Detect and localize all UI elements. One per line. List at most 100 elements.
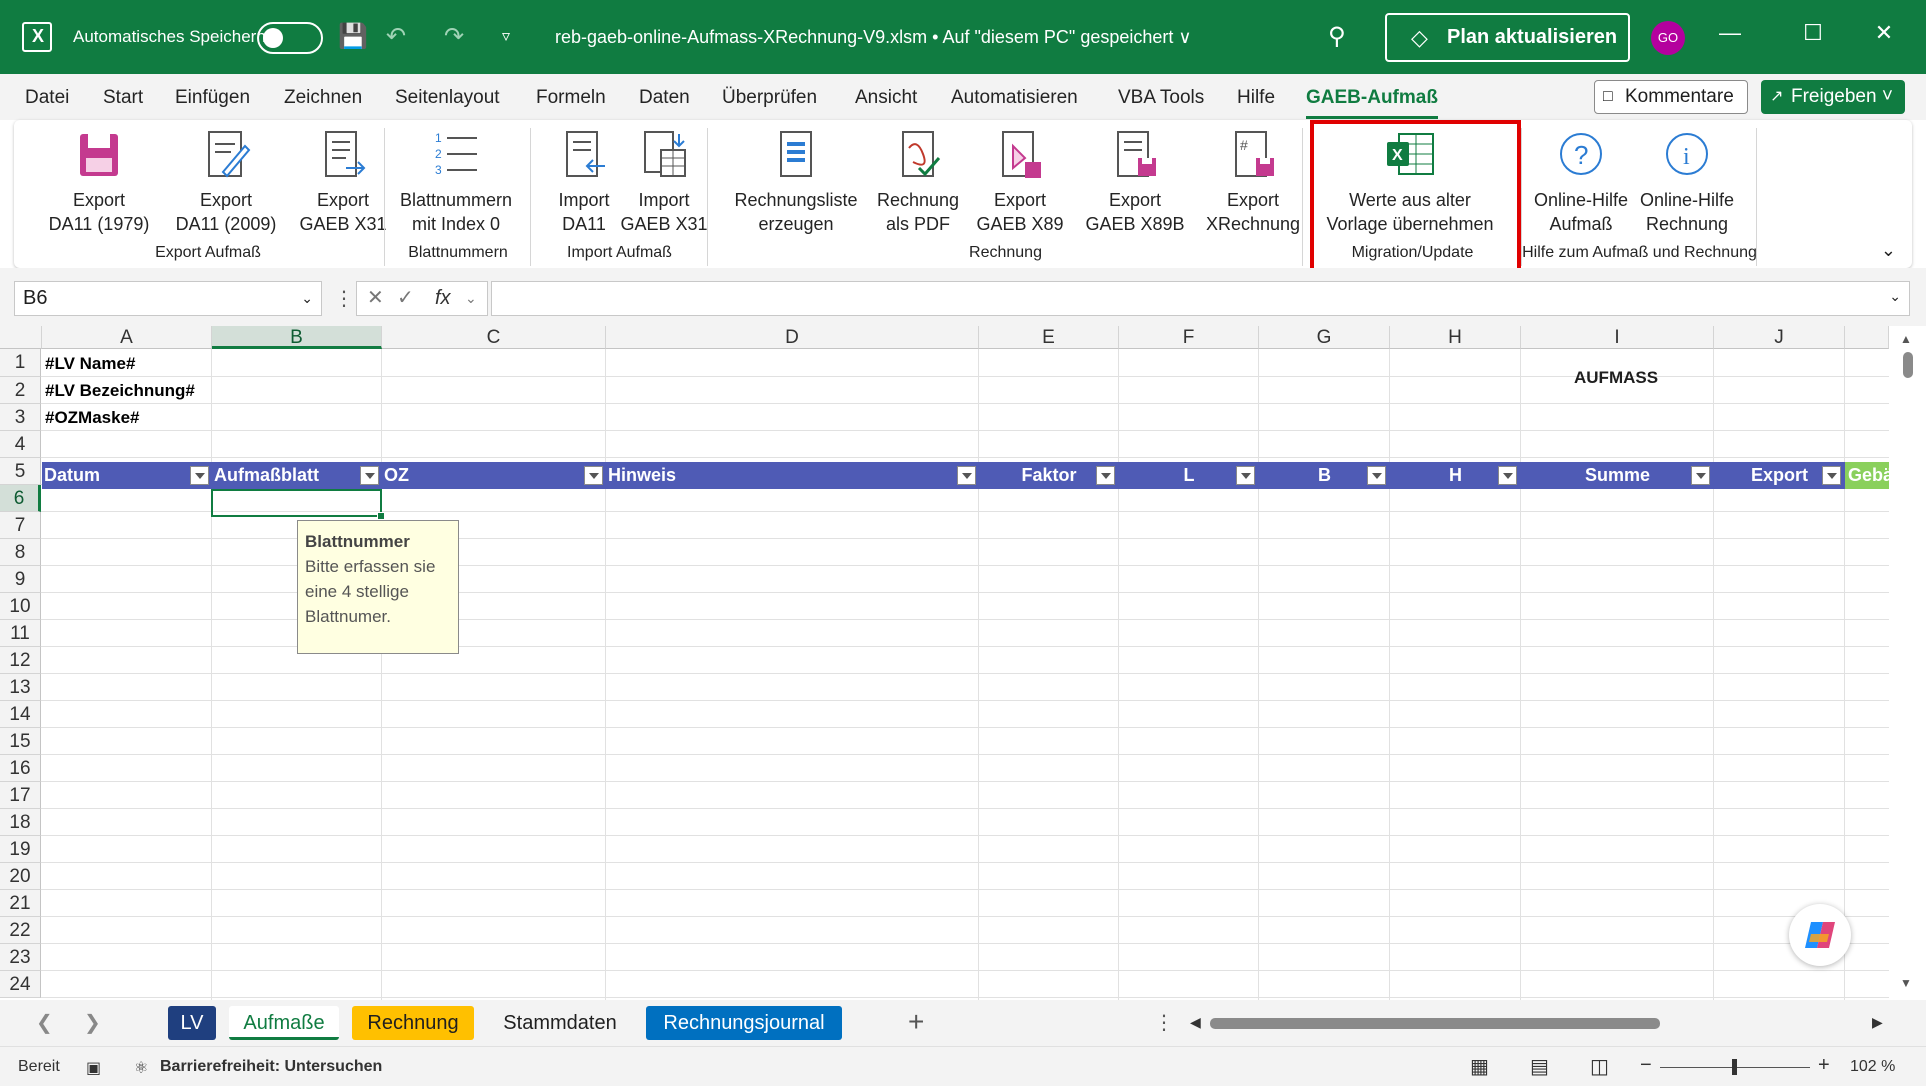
chevron-down-icon[interactable]: ⌄ — [301, 282, 313, 315]
header-datum[interactable]: Datum — [44, 462, 212, 489]
filter-dropdown-icon[interactable] — [360, 466, 379, 485]
row-header-1[interactable]: 1 — [0, 349, 41, 377]
sheet-tab-stammdaten[interactable]: Stammdaten — [486, 1006, 634, 1040]
row-header-14[interactable]: 14 — [0, 701, 41, 728]
more-options-icon[interactable]: ⋮ — [334, 286, 354, 311]
tab-gaeb-aufmass[interactable]: GAEB-Aufmaß — [1306, 87, 1438, 119]
column-header-e[interactable]: E — [979, 326, 1119, 349]
add-sheet-icon[interactable]: + — [908, 1006, 924, 1038]
row-header-6[interactable]: 6 — [0, 485, 41, 512]
export-xrechnung-button[interactable]: # Export XRechnung — [1190, 128, 1316, 238]
row-header-9[interactable]: 9 — [0, 566, 41, 593]
header-oz[interactable]: OZ — [384, 462, 606, 489]
worksheet-grid[interactable]: A B C D E F G H I J 1 2 3 4 5 6 7 8 9 10 11 12 13 14 1… — [0, 326, 1926, 1000]
normal-view-icon[interactable]: ▦ — [1470, 1054, 1489, 1079]
row-header-23[interactable]: 23 — [0, 944, 41, 971]
sheet-tab-aufmasse[interactable]: Aufmaße — [229, 1006, 339, 1040]
scroll-right-icon[interactable]: ▶ — [1872, 1014, 1883, 1031]
close-icon[interactable]: ✕ — [1864, 20, 1904, 46]
scroll-left-icon[interactable]: ◀ — [1190, 1014, 1201, 1031]
tab-vba-tools[interactable]: VBA Tools — [1118, 87, 1204, 109]
header-hinweis[interactable]: Hinweis — [608, 462, 979, 489]
cancel-icon[interactable]: ✕ — [367, 282, 384, 315]
header-l[interactable]: L — [1120, 462, 1258, 489]
column-header-g[interactable]: G — [1259, 326, 1390, 349]
tab-zeichnen[interactable]: Zeichnen — [284, 87, 362, 109]
scroll-up-icon[interactable]: ▲ — [1900, 332, 1912, 346]
tab-seitenlayout[interactable]: Seitenlayout — [395, 87, 500, 109]
header-aufmassblatt[interactable]: Aufmaßblatt — [214, 462, 382, 489]
previous-sheet-icon[interactable]: ❮ — [36, 1010, 53, 1035]
row-header-10[interactable]: 10 — [0, 593, 41, 620]
tab-formeln[interactable]: Formeln — [536, 87, 606, 109]
column-header-f[interactable]: F — [1119, 326, 1259, 349]
minimize-icon[interactable]: — — [1710, 20, 1750, 46]
copilot-button[interactable] — [1789, 904, 1851, 966]
column-header-k[interactable] — [1845, 326, 1889, 349]
redo-icon[interactable]: ↷ — [444, 22, 464, 52]
name-box[interactable]: B6 ⌄ — [14, 281, 322, 316]
next-sheet-icon[interactable]: ❯ — [84, 1010, 101, 1035]
row-header-2[interactable]: 2 — [0, 377, 41, 404]
tab-hilfe[interactable]: Hilfe — [1237, 87, 1275, 109]
online-hilfe-aufmass-button[interactable]: ? Online-Hilfe Aufmaß — [1526, 128, 1636, 238]
column-header-a[interactable]: A — [42, 326, 212, 349]
document-title[interactable]: reb-gaeb-online-Aufmass-XRechnung-V9.xls… — [555, 27, 1192, 48]
accessibility-icon[interactable]: ⚛ — [134, 1058, 148, 1078]
search-icon[interactable]: ⚲ — [1328, 22, 1346, 52]
macro-record-icon[interactable]: ▣ — [86, 1058, 101, 1078]
row-header-5[interactable]: 5 — [0, 458, 41, 485]
column-header-h[interactable]: H — [1390, 326, 1521, 349]
formula-input[interactable]: ⌄ — [491, 281, 1910, 316]
autosave-toggle[interactable] — [257, 22, 323, 54]
comments-button[interactable]: □ Kommentare — [1594, 80, 1748, 114]
chevron-down-icon[interactable]: ⌄ — [465, 282, 477, 315]
collapse-ribbon-icon[interactable]: ⌄ — [1881, 240, 1896, 261]
row-header-13[interactable]: 13 — [0, 674, 41, 701]
select-all-corner[interactable] — [0, 326, 42, 349]
row-header-15[interactable]: 15 — [0, 728, 41, 755]
maximize-icon[interactable]: ☐ — [1793, 20, 1833, 46]
horizontal-scrollbar[interactable]: ◀ ▶ — [1188, 1014, 1883, 1032]
blattnummern-index-button[interactable]: 123 Blattnummern mit Index 0 — [391, 128, 521, 238]
filter-dropdown-icon[interactable] — [1498, 466, 1517, 485]
tab-ansicht[interactable]: Ansicht — [855, 87, 917, 109]
column-header-d[interactable]: D — [606, 326, 979, 349]
tab-daten[interactable]: Daten — [639, 87, 690, 109]
row-header-16[interactable]: 16 — [0, 755, 41, 782]
aufmass-title-cell[interactable]: AUFMASS — [1574, 368, 1658, 388]
row-header-22[interactable]: 22 — [0, 917, 41, 944]
accessibility-status[interactable]: Barrierefreiheit: Untersuchen — [160, 1058, 382, 1076]
tab-ueberpruefen[interactable]: Überprüfen — [722, 87, 817, 109]
more-sheets-icon[interactable]: ⋮ — [1154, 1010, 1174, 1035]
header-faktor[interactable]: Faktor — [980, 462, 1118, 489]
cell-a2[interactable]: #LV Bezeichnung# — [45, 381, 195, 401]
filter-dropdown-icon[interactable] — [584, 466, 603, 485]
row-header-4[interactable]: 4 — [0, 431, 41, 458]
header-b[interactable]: B — [1260, 462, 1389, 489]
rechnungsliste-button[interactable]: Rechnungsliste erzeugen — [714, 128, 878, 238]
undo-icon[interactable]: ↶ — [386, 22, 406, 52]
tab-einfuegen[interactable]: Einfügen — [175, 87, 250, 109]
export-da11-2009-button[interactable]: Export DA11 (2009) — [150, 128, 302, 238]
enter-icon[interactable]: ✓ — [397, 282, 414, 315]
cell-a3[interactable]: #OZMaske# — [45, 408, 140, 428]
avatar[interactable]: GO — [1651, 21, 1685, 55]
zoom-slider[interactable] — [1660, 1059, 1810, 1075]
header-gebaeude[interactable]: Gebä — [1845, 462, 1889, 489]
sheet-tab-rechnung[interactable]: Rechnung — [352, 1006, 474, 1040]
header-export[interactable]: Export — [1715, 462, 1844, 489]
filter-dropdown-icon[interactable] — [957, 466, 976, 485]
sheet-tab-lv[interactable]: LV — [168, 1006, 216, 1040]
save-icon[interactable]: 💾 — [338, 22, 368, 52]
scroll-thumb[interactable] — [1210, 1018, 1660, 1029]
page-break-icon[interactable]: ◫ — [1590, 1054, 1609, 1079]
row-header-3[interactable]: 3 — [0, 404, 41, 431]
export-gaeb-x89-button[interactable]: Export GAEB X89 — [960, 128, 1080, 238]
filter-dropdown-icon[interactable] — [1236, 466, 1255, 485]
page-layout-icon[interactable]: ▤ — [1530, 1054, 1549, 1079]
rechnung-pdf-button[interactable]: Rechnung als PDF — [863, 128, 973, 238]
header-h[interactable]: H — [1391, 462, 1520, 489]
row-header-20[interactable]: 20 — [0, 863, 41, 890]
row-header-18[interactable]: 18 — [0, 809, 41, 836]
